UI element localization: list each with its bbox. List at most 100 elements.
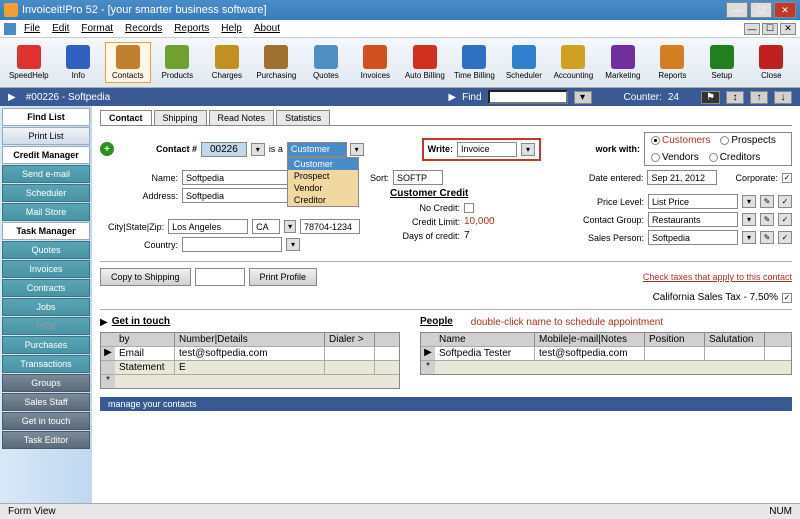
toolbar-setup[interactable]: Setup xyxy=(699,43,745,82)
print-profile-button[interactable]: Print Profile xyxy=(249,268,318,286)
sidebar-contracts[interactable]: Contracts xyxy=(2,279,90,297)
cell[interactable] xyxy=(325,347,375,360)
sales-edit-icon[interactable]: ✎ xyxy=(760,231,774,244)
workwith-prospects[interactable]: Prospects xyxy=(720,135,775,146)
toolbar-time-billing[interactable]: Time Billing xyxy=(452,43,498,82)
sidebar-get-in-touch[interactable]: Get in touch xyxy=(2,412,90,430)
sidebar-transactions[interactable]: Transactions xyxy=(2,355,90,373)
tab-read-notes[interactable]: Read Notes xyxy=(209,110,275,125)
child-minimize[interactable]: — xyxy=(744,23,760,35)
cell[interactable]: test@softpedia.com xyxy=(535,347,645,360)
table-row[interactable]: ▶Emailtest@softpedia.com xyxy=(101,346,399,360)
menu-records[interactable]: Records xyxy=(119,23,168,34)
cell[interactable]: Softpedia Tester xyxy=(435,347,535,360)
type-option-vendor[interactable]: Vendor xyxy=(288,182,358,194)
table-row[interactable]: StatementE xyxy=(101,360,399,374)
toolbar-quotes[interactable]: Quotes xyxy=(303,43,349,82)
toolbar-scheduler[interactable]: Scheduler xyxy=(501,43,547,82)
col-header[interactable]: Salutation xyxy=(705,333,765,346)
menu-file[interactable]: File xyxy=(18,23,46,34)
sidebar-credit-manager[interactable]: Credit Manager xyxy=(2,146,90,164)
tab-shipping[interactable]: Shipping xyxy=(154,110,207,125)
corporate-checkbox[interactable]: ✓ xyxy=(782,173,792,183)
cell[interactable] xyxy=(325,361,375,374)
new-row-marker[interactable]: * xyxy=(421,361,435,374)
sidebar-invoices[interactable]: Invoices xyxy=(2,260,90,278)
sales-field[interactable] xyxy=(648,230,738,245)
toolbar-marketing[interactable]: Marketing xyxy=(600,43,646,82)
toolbar-contacts[interactable]: Contacts xyxy=(105,42,151,83)
col-header[interactable]: Name xyxy=(435,333,535,346)
toolbar-purchasing[interactable]: Purchasing xyxy=(254,43,300,82)
pricelevel-check-icon[interactable]: ✓ xyxy=(778,195,792,208)
sales-check-icon[interactable]: ✓ xyxy=(778,231,792,244)
tab-contact[interactable]: Contact xyxy=(100,110,152,125)
toolbar-products[interactable]: Products xyxy=(155,43,201,82)
system-menu-icon[interactable] xyxy=(4,23,16,35)
toolbar-close[interactable]: Close xyxy=(749,43,795,82)
nav-down[interactable]: ↓ xyxy=(774,91,792,104)
sort-field[interactable] xyxy=(393,170,443,185)
tab-statistics[interactable]: Statistics xyxy=(276,110,330,125)
new-row-marker[interactable]: * xyxy=(101,375,115,388)
date-field[interactable] xyxy=(647,170,717,185)
cell[interactable] xyxy=(705,347,765,360)
sidebar-p-os[interactable]: P/Os xyxy=(2,317,90,335)
zip-field[interactable] xyxy=(300,219,360,234)
cell[interactable]: test@softpedia.com xyxy=(175,347,325,360)
col-header[interactable]: Dialer > xyxy=(325,333,375,346)
workwith-creditors[interactable]: Creditors xyxy=(709,152,761,163)
country-dropdown[interactable]: ▾ xyxy=(286,238,300,251)
tax-checkbox[interactable]: ✓ xyxy=(782,293,792,303)
toolbar-speedhelp[interactable]: SpeedHelp xyxy=(6,43,52,82)
pricelevel-dropdown[interactable]: ▾ xyxy=(742,195,756,208)
sidebar-sales-staff[interactable]: Sales Staff xyxy=(2,393,90,411)
sidebar-find-list[interactable]: Find List xyxy=(2,108,90,126)
type-option-prospect[interactable]: Prospect xyxy=(288,170,358,182)
minimize-button[interactable]: — xyxy=(726,2,748,18)
table-row[interactable]: ▶Softpedia Testertest@softpedia.com xyxy=(421,346,791,360)
nav-btn-2[interactable]: ↕ xyxy=(726,91,744,104)
sidebar-scheduler[interactable]: Scheduler xyxy=(2,184,90,202)
menu-edit[interactable]: Edit xyxy=(46,23,75,34)
country-field[interactable] xyxy=(182,237,282,252)
nav-up[interactable]: ↑ xyxy=(750,91,768,104)
toolbar-reports[interactable]: Reports xyxy=(650,43,696,82)
menu-help[interactable]: Help xyxy=(215,23,248,34)
contact-num-dropdown[interactable]: ▾ xyxy=(251,143,265,156)
write-select[interactable]: Invoice xyxy=(457,142,517,157)
add-contact-icon[interactable]: + xyxy=(100,142,114,156)
type-option-customer[interactable]: Customer xyxy=(288,158,358,170)
check-taxes-link[interactable]: Check taxes that apply to this contact xyxy=(643,272,792,282)
toolbar-accounting[interactable]: Accounting xyxy=(551,43,597,82)
toolbar-charges[interactable]: Charges xyxy=(204,43,250,82)
group-check-icon[interactable]: ✓ xyxy=(778,213,792,226)
cell[interactable]: Email xyxy=(115,347,175,360)
group-edit-icon[interactable]: ✎ xyxy=(760,213,774,226)
nav-btn-1[interactable]: ⚑ xyxy=(701,91,720,104)
nocredit-checkbox[interactable] xyxy=(464,203,474,213)
state-dropdown[interactable]: ▾ xyxy=(284,220,296,233)
menu-format[interactable]: Format xyxy=(75,23,119,34)
toolbar-info[interactable]: Info xyxy=(56,43,102,82)
sidebar-task-manager[interactable]: Task Manager xyxy=(2,222,90,240)
cell[interactable]: E xyxy=(175,361,325,374)
toolbar-invoices[interactable]: Invoices xyxy=(353,43,399,82)
workwith-vendors[interactable]: Vendors xyxy=(651,152,699,163)
group-field[interactable] xyxy=(648,212,738,227)
sidebar-jobs[interactable]: Jobs xyxy=(2,298,90,316)
col-header[interactable]: Mobile|e-mail|Notes xyxy=(535,333,645,346)
maximize-button[interactable]: ☐ xyxy=(750,2,772,18)
cell[interactable] xyxy=(645,347,705,360)
child-maximize[interactable]: ☐ xyxy=(762,23,778,35)
sidebar-send-e-mail[interactable]: Send e-mail xyxy=(2,165,90,183)
type-dropdown[interactable]: ▾ xyxy=(350,143,364,156)
city-field[interactable] xyxy=(168,219,248,234)
state-field[interactable] xyxy=(252,219,280,234)
find-input[interactable] xyxy=(488,90,568,104)
menu-reports[interactable]: Reports xyxy=(168,23,215,34)
pricelevel-field[interactable] xyxy=(648,194,738,209)
close-button[interactable]: ✕ xyxy=(774,2,796,18)
toolbar-auto-billing[interactable]: Auto Billing xyxy=(402,43,448,82)
pricelevel-edit-icon[interactable]: ✎ xyxy=(760,195,774,208)
